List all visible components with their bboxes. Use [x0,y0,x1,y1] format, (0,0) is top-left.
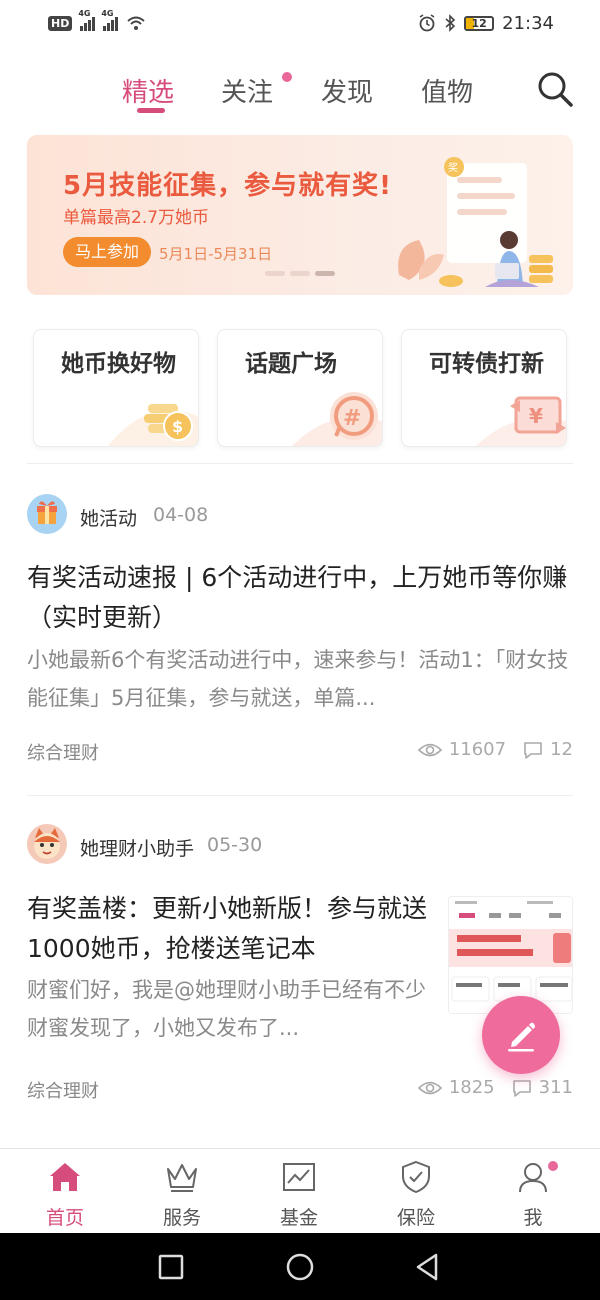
quick-card-convertible-bonds[interactable]: 可转债打新 ¥ [401,329,567,447]
card-label: 她币换好物 [61,351,176,377]
avatar[interactable] [27,824,67,864]
person-icon [519,1163,547,1193]
active-tab-indicator [137,108,165,113]
svg-text:$: $ [172,417,183,436]
banner-page-dot [265,271,285,276]
svg-text:奖: 奖 [448,161,458,174]
me-badge-dot [548,1161,558,1171]
post-category-tag[interactable]: 综合理财 [27,1077,99,1103]
post-date: 05-30 [207,834,263,856]
alarm-icon [419,14,435,32]
status-left: HD 4G 4G [48,9,146,31]
following-badge-dot [282,72,292,82]
post-excerpt[interactable]: 财蜜们好，我是@她理财小助手已经有不少财蜜发现了，小她又发布了... [27,971,427,1047]
comment-icon[interactable] [511,1078,533,1098]
view-count: 1825 [448,1077,495,1098]
pencil-icon [508,1022,535,1052]
bottom-tab-bar: 首页 服务 基金 保险 我 [0,1148,600,1233]
battery-level: 12 [471,16,487,30]
compose-post-button[interactable] [482,996,560,1074]
banner-page-dot [315,271,335,276]
tab-following[interactable]: 关注 [221,72,273,109]
banner-subtitle: 单篇最高2.7万她币 [63,208,210,228]
avatar[interactable] [27,494,67,534]
svg-text:#: # [343,406,361,431]
wifi-icon [127,16,146,30]
post-title[interactable]: 有奖盖楼：更新小她新版！参与就送1000她币，抢楼送笔记本 [27,889,432,969]
nav-me[interactable]: 我 [473,1149,593,1234]
nav-label: 首页 [45,1207,84,1229]
post-stats: 1825 311 [417,1077,573,1098]
banner-pagination [265,271,335,276]
card-label: 话题广场 [245,351,337,377]
banner-date-range: 5月1日-5月31日 [159,245,273,263]
nav-label: 我 [523,1207,543,1229]
tab-worthy[interactable]: 值物 [421,72,473,109]
hd-badge: HD [48,15,73,31]
home-icon [50,1163,80,1191]
clock: 21:34 [502,12,554,34]
yen-exchange-icon: ¥ [476,396,566,446]
nav-label: 服务 [162,1207,201,1229]
eye-icon [417,743,442,756]
recent-apps-icon[interactable] [155,1251,187,1283]
coin-stack-icon: $ [108,404,198,446]
home-button-icon[interactable] [284,1251,316,1283]
banner-page-dot [290,271,310,276]
status-bar: HD 4G 4G 12 21:34 [0,0,600,46]
view-count: 11607 [448,739,507,760]
shield-check-icon [402,1160,430,1194]
status-right: 12 21:34 [418,13,554,34]
bluetooth-icon [445,14,456,32]
comment-icon[interactable] [522,740,544,760]
back-icon[interactable] [412,1251,444,1283]
tab-featured[interactable]: 精选 [122,72,174,109]
cartoon-cat-avatar-icon [34,828,60,859]
svg-text:¥: ¥ [529,404,543,428]
quick-card-topic-square[interactable]: 话题广场 # [217,329,383,447]
nav-home[interactable]: 首页 [5,1149,125,1234]
section-divider [27,463,573,464]
tab-discover[interactable]: 发现 [321,72,373,109]
post-excerpt[interactable]: 小她最新6个有奖活动进行中，速来参与！活动1：「财女技能征集」5月征集，参与就送… [27,641,573,717]
nav-services[interactable]: 服务 [122,1149,242,1234]
post-author[interactable]: 她活动 [80,504,137,531]
eye-icon [417,1081,442,1094]
battery-icon: 12 [464,15,495,31]
signal-icon: 4G [78,9,96,31]
post-divider [27,795,573,796]
system-navigation-bar [0,1233,600,1300]
card-label: 可转债打新 [429,351,544,377]
nav-label: 基金 [279,1207,318,1229]
top-tab-bar: 精选 关注 发现 值物 [0,62,600,122]
post-stats: 11607 12 [417,739,573,760]
post-title[interactable]: 有奖活动速报 | 6个活动进行中，上万她币等你赚（实时更新） [27,558,573,638]
join-now-button[interactable]: 马上参加 [63,237,152,267]
comment-count: 12 [550,739,573,760]
nav-insurance[interactable]: 保险 [356,1149,476,1234]
signal-icon: 4G [101,9,119,31]
quick-card-coin-exchange[interactable]: 她币换好物 $ [33,329,199,447]
hashtag-bubble-icon: # [292,392,382,446]
chart-icon [283,1163,315,1191]
nav-label: 保险 [396,1207,435,1229]
post-category-tag[interactable]: 综合理财 [27,739,99,765]
promo-banner[interactable]: 5月技能征集，参与就有奖! 单篇最高2.7万她币 马上参加 5月1日-5月31日… [27,135,573,295]
banner-title: 5月技能征集，参与就有奖! [63,171,392,201]
search-icon[interactable] [536,70,574,108]
post-date: 04-08 [153,504,209,526]
crown-icon [167,1164,197,1192]
nav-funds[interactable]: 基金 [239,1149,359,1234]
comment-count: 311 [538,1077,573,1098]
network-type-label: 4G [101,9,114,18]
gift-box-icon [37,501,57,524]
woman-with-laptop-illustration: 奖 [398,157,553,287]
network-type-label: 4G [78,9,91,18]
post-author[interactable]: 她理财小助手 [80,834,194,861]
